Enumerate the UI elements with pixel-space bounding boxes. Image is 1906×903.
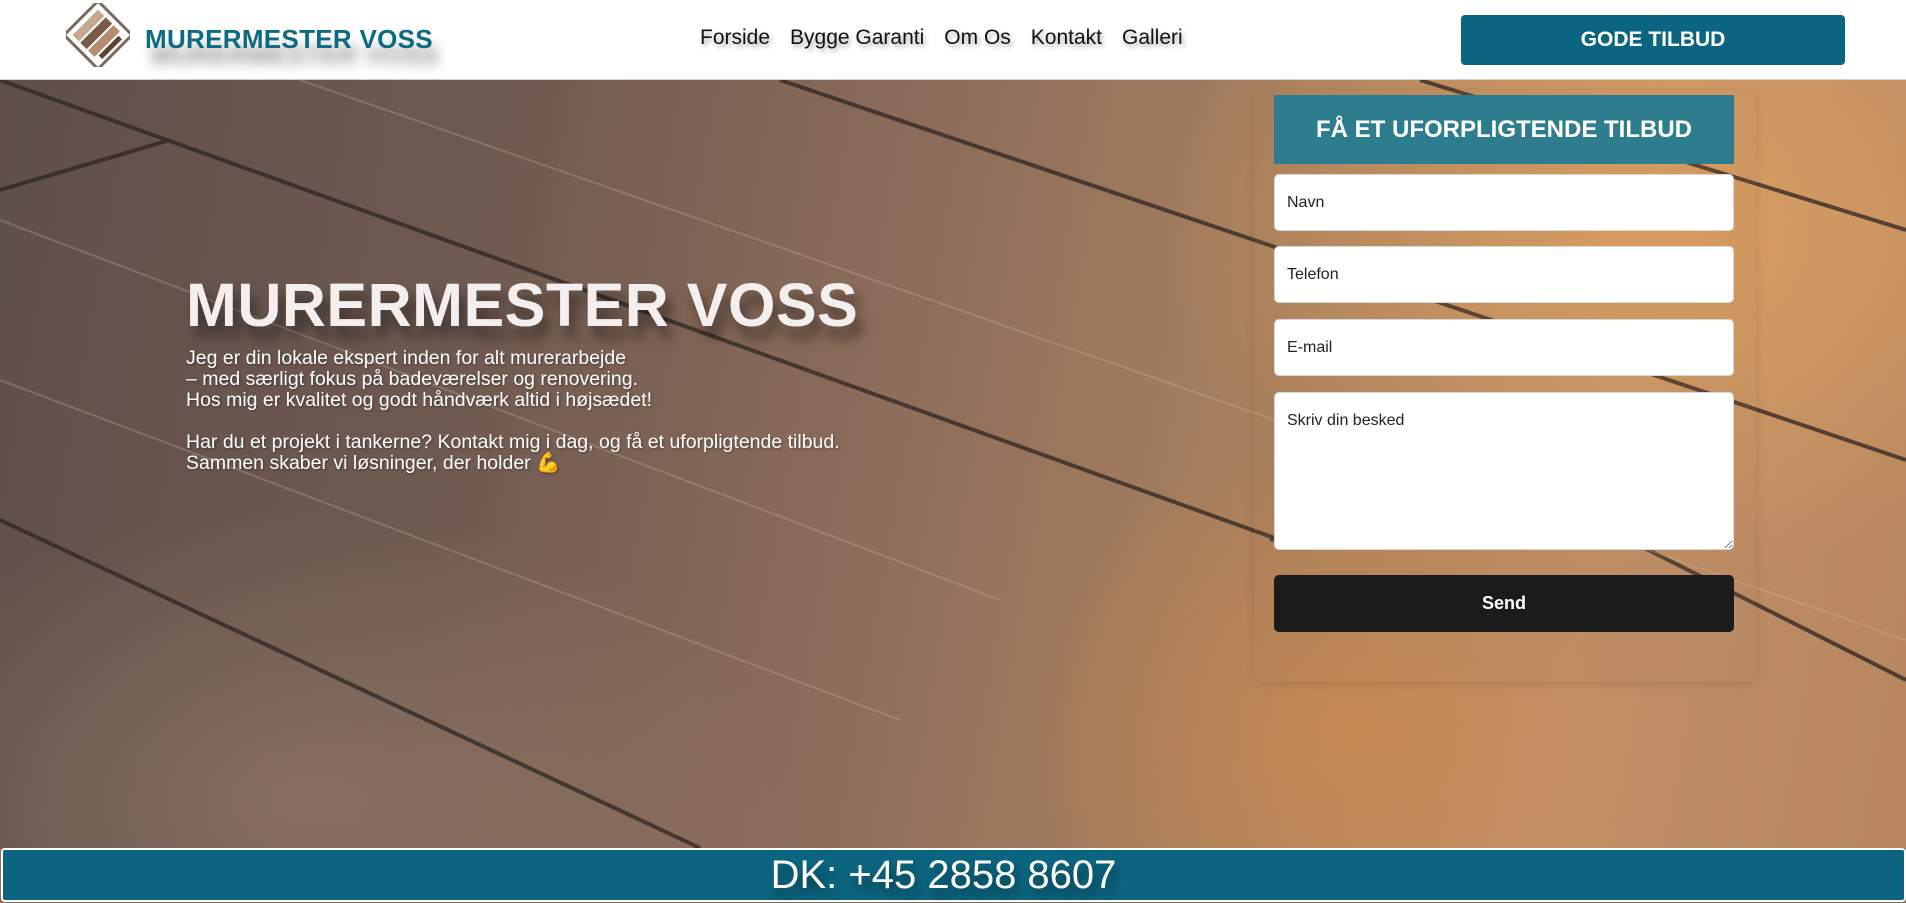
hero-line: Hos mig er kvalitet og godt håndværk alt… (186, 389, 653, 411)
gode-tilbud-button[interactable]: GODE TILBUD (1461, 15, 1845, 65)
nav-item-galleri[interactable]: Galleri (1122, 26, 1183, 50)
name-input[interactable] (1274, 174, 1734, 231)
hero-line: Sammen skaber vi løsninger, der holder 💪 (186, 452, 561, 474)
hero-line: – med særligt fokus på badeværelser og r… (186, 368, 638, 390)
nav-item-kontakt[interactable]: Kontakt (1031, 26, 1102, 50)
main-nav: Forside Bygge Garanti Om Os Kontakt Gall… (700, 26, 1183, 50)
hero-line: Har du et projekt i tankerne? Kontakt mi… (186, 431, 840, 453)
message-textarea[interactable] (1274, 392, 1734, 550)
hero-description: Jeg er din lokale ekspert inden for alt … (186, 348, 946, 474)
email-input[interactable] (1274, 319, 1734, 376)
hero-title: MURERMESTER VOSS (186, 271, 859, 339)
nav-item-bygge-garanti[interactable]: Bygge Garanti (790, 26, 924, 50)
phone-number[interactable]: DK: +45 2858 8607 (771, 853, 1117, 898)
brand-name[interactable]: MURERMESTER VOSS (145, 24, 433, 55)
nav-item-om-os[interactable]: Om Os (944, 26, 1011, 50)
hero-spacer (186, 411, 946, 432)
nav-item-forside[interactable]: Forside (700, 26, 770, 50)
phone-input[interactable] (1274, 246, 1734, 303)
hero-line: Jeg er din lokale ekspert inden for alt … (186, 347, 627, 369)
phone-bar[interactable]: DK: +45 2858 8607 (1, 848, 1906, 902)
form-heading: FÅ ET UFORPLIGTENDE TILBUD (1274, 95, 1734, 164)
site-header: MURERMESTER VOSS Forside Bygge Garanti O… (0, 0, 1906, 80)
send-button[interactable]: Send (1274, 575, 1734, 632)
brick-logo-icon[interactable] (61, 0, 135, 72)
